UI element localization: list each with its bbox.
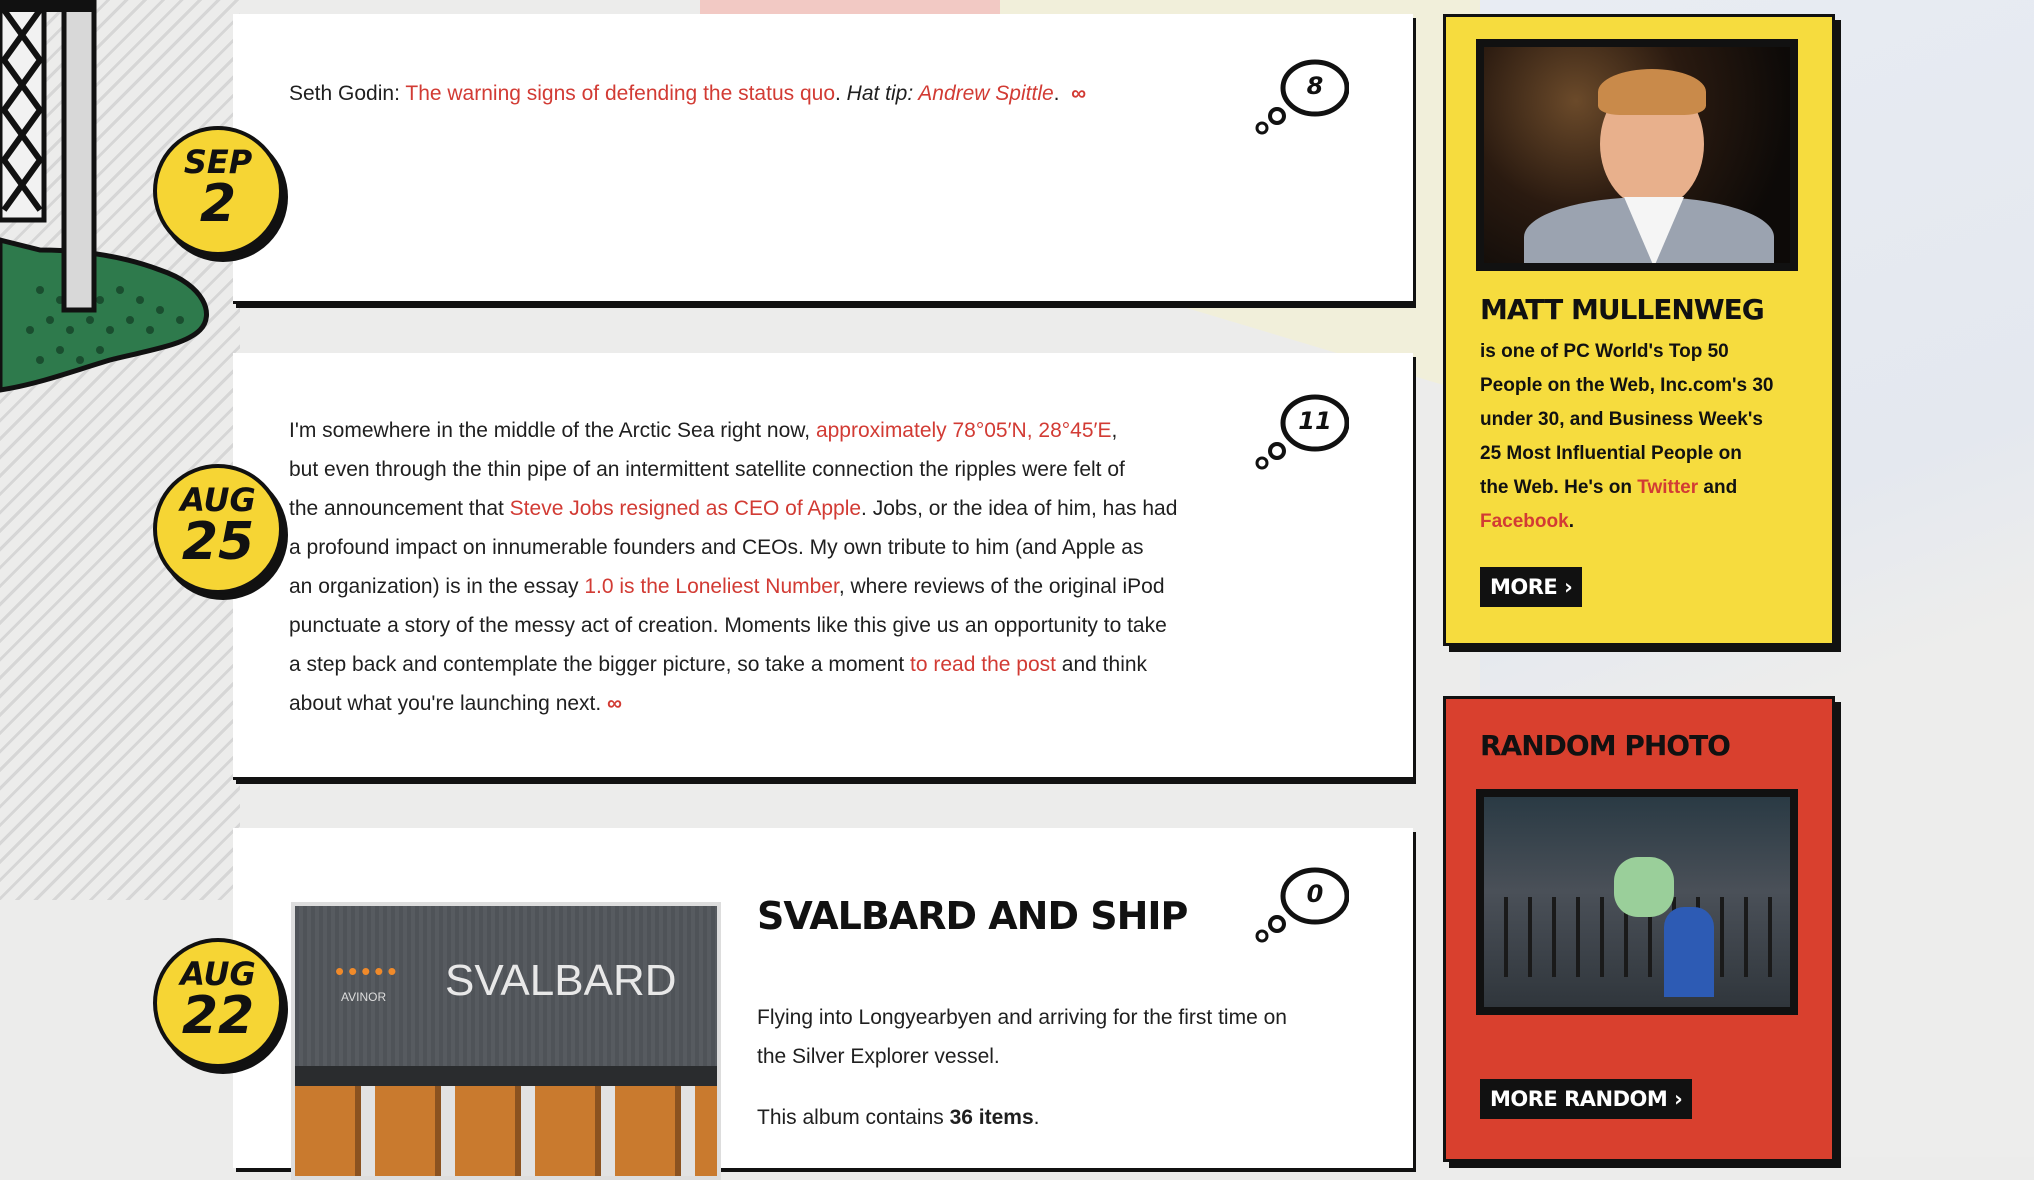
post-text: an organization) is in the essay [289, 575, 585, 598]
more-random-button[interactable]: MORE RANDOM › [1480, 1079, 1693, 1119]
comment-bubble[interactable]: 11 [1253, 393, 1350, 470]
album-description: Flying into Longyearbyen and arriving fo… [757, 998, 1287, 1137]
comment-bubble[interactable]: 8 [1253, 58, 1350, 135]
comment-bubble[interactable]: 0 [1253, 866, 1350, 943]
post-text: , [1111, 419, 1118, 442]
avatar[interactable] [1476, 39, 1798, 271]
bio-line: the Web. He's on Twitter and [1480, 471, 1820, 505]
post-text: I'm somewhere in the middle of the Arcti… [289, 419, 816, 442]
date-badge: SEP 2 [153, 126, 283, 256]
post-text: Seth Godin: [289, 82, 406, 105]
date-day: 25 [181, 512, 255, 572]
post-text: . [835, 82, 847, 105]
photo-windows [295, 1066, 717, 1086]
album-count-suffix: . [1033, 1106, 1040, 1129]
random-photo-title: RANDOM PHOTO [1480, 729, 1731, 762]
profile-card: MATT MULLENWEG is one of PC World's Top … [1443, 14, 1835, 646]
hat-tip-link[interactable]: Andrew Spittle [918, 82, 1053, 105]
post-text: and think [1055, 653, 1148, 676]
post-body: Seth Godin: The warning signs of defendi… [289, 74, 1086, 113]
album-title[interactable]: SVALBARD AND SHIP [757, 894, 1188, 938]
twitter-link[interactable]: Twitter [1637, 477, 1698, 498]
date-day: 22 [181, 986, 255, 1046]
post-text: about what you're launching next. [289, 692, 608, 715]
profile-name: MATT MULLENWEG [1480, 293, 1765, 326]
comment-count: 0 [1306, 880, 1324, 908]
post-steve-jobs: I'm somewhere in the middle of the Arcti… [233, 353, 1413, 780]
date-badge: AUG 25 [153, 464, 283, 594]
comment-count: 11 [1298, 407, 1332, 435]
bio-line: under 30, and Business Week's [1480, 409, 1763, 430]
description-line: the Silver Explorer vessel. [757, 1045, 1000, 1068]
profile-bio: is one of PC World's Top 50 People on th… [1480, 335, 1820, 539]
post-line: about what you're launching next. ∞ [289, 684, 1177, 723]
album-count-prefix: This album contains [757, 1106, 950, 1129]
photo-dots: ••••• [335, 956, 401, 986]
post-body: I'm somewhere in the middle of the Arcti… [289, 411, 1177, 723]
description-line: Flying into Longyearbyen and arriving fo… [757, 1006, 1287, 1029]
steve-jobs-link[interactable]: Steve Jobs resigned as CEO of Apple [510, 497, 861, 520]
post-text: . [1053, 82, 1060, 105]
post-text: . Jobs, or the idea of him, has had [861, 497, 1178, 520]
post-line: I'm somewhere in the middle of the Arcti… [289, 411, 1177, 450]
date-badge: AUG 22 [153, 938, 283, 1068]
bio-line: 25 Most Influential People on [1480, 443, 1742, 464]
post-line: a step back and contemplate the bigger p… [289, 645, 1177, 684]
facebook-link[interactable]: Facebook [1480, 511, 1569, 532]
comment-count: 8 [1306, 72, 1324, 100]
album-photo[interactable]: ••••• AVINOR SVALBARD [291, 902, 721, 1180]
post-line: an organization) is in the essay 1.0 is … [289, 567, 1177, 606]
essay-link[interactable]: 1.0 is the Loneliest Number [584, 575, 838, 598]
bio-text: and [1698, 477, 1738, 498]
read-post-link[interactable]: to read the post [910, 653, 1056, 676]
coordinates-link[interactable]: approximately 78°05′N, 28°45′E [816, 419, 1112, 442]
post-text: , where reviews of the original iPod [838, 575, 1165, 598]
post-line: the announcement that Steve Jobs resigne… [289, 489, 1177, 528]
random-photo[interactable] [1476, 789, 1798, 1015]
bio-text: the Web. He's on [1480, 477, 1638, 498]
permalink-icon[interactable]: ∞ [1071, 82, 1086, 105]
more-button[interactable]: MORE › [1480, 567, 1583, 607]
bio-text: . [1568, 511, 1574, 532]
photo-brand: AVINOR [341, 990, 387, 1004]
photo-carts [295, 1086, 717, 1176]
post-seth-godin: Seth Godin: The warning signs of defendi… [233, 14, 1413, 304]
avatar-hair [1598, 69, 1706, 115]
date-day: 2 [199, 174, 237, 234]
photo-figure [1664, 907, 1714, 997]
random-photo-card: RANDOM PHOTO MORE RANDOM › [1443, 696, 1835, 1162]
post-line: but even through the thin pipe of an int… [289, 458, 1125, 481]
photo-sign: SVALBARD [445, 956, 677, 1005]
photo-bag [1614, 857, 1674, 917]
post-svalbard: ••••• AVINOR SVALBARD SVALBARD AND SHIP … [233, 828, 1413, 1180]
album-count-value: 36 items [949, 1106, 1034, 1129]
hat-tip-label: Hat tip: [846, 82, 919, 105]
avatar-photo [1484, 47, 1790, 263]
album-count: This album contains 36 items. [757, 1098, 1287, 1137]
bio-line: Facebook. [1480, 505, 1820, 539]
post-line: a profound impact on innumerable founder… [289, 536, 1144, 559]
post-text: the announcement that [289, 497, 510, 520]
bio-line: People on the Web, Inc.com's 30 [1480, 375, 1774, 396]
post-link[interactable]: The warning signs of defending the statu… [405, 82, 835, 105]
post-text: a step back and contemplate the bigger p… [289, 653, 911, 676]
post-line: punctuate a story of the messy act of cr… [289, 614, 1167, 637]
permalink-icon[interactable]: ∞ [607, 692, 622, 715]
bio-line: is one of PC World's Top 50 [1480, 341, 1729, 362]
random-photo-image [1484, 797, 1790, 1007]
